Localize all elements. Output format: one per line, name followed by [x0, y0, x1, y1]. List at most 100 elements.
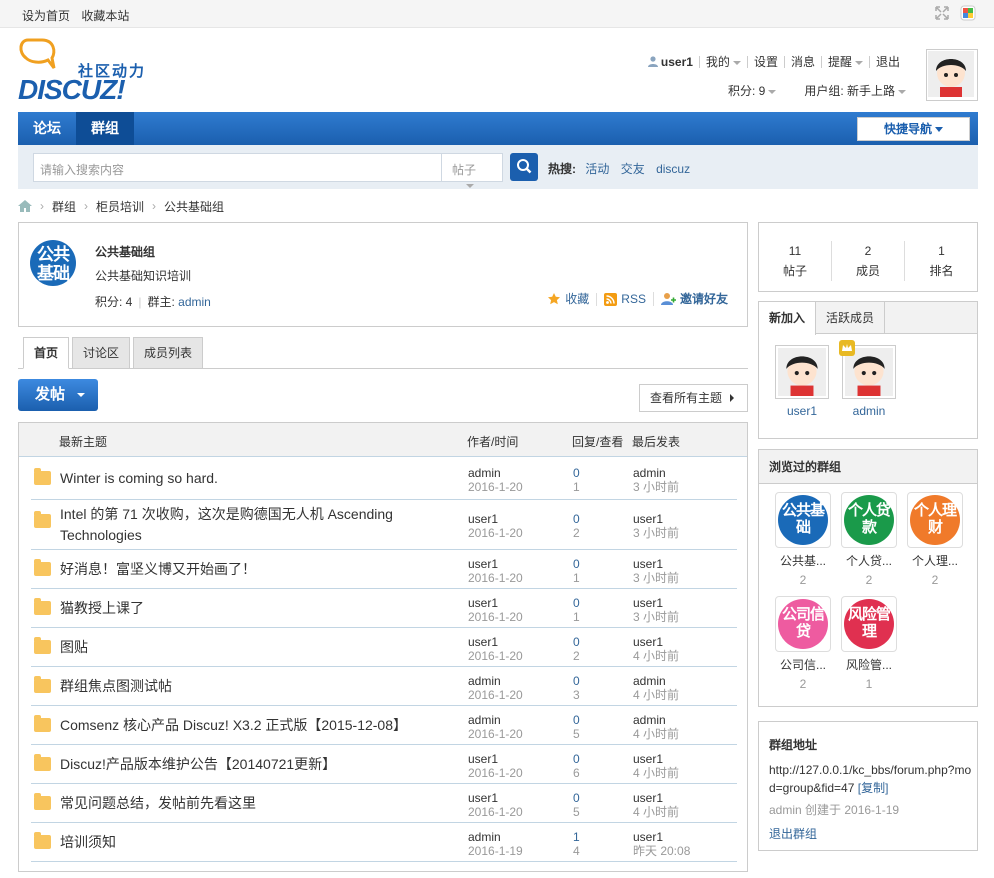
tab-members[interactable]: 成员列表 [133, 337, 204, 369]
topic-last-user[interactable]: user1 [633, 596, 679, 610]
browsed-group-icon[interactable]: 个人贷款 [841, 492, 897, 548]
topic-last-time[interactable]: 4 小时前 [633, 727, 679, 741]
bookmark-link[interactable]: 收藏本站 [81, 9, 129, 23]
topic-title[interactable]: 图贴 [60, 637, 420, 658]
topic-last-time[interactable]: 4 小时前 [633, 805, 679, 819]
topic-last-user[interactable]: user1 [633, 635, 679, 649]
topic-last-user[interactable]: user1 [633, 791, 679, 805]
user-name[interactable]: user1 [642, 56, 699, 68]
folder-icon [34, 511, 51, 528]
breadcrumb-item[interactable]: 公共基础组 [164, 198, 224, 215]
topic-last-user[interactable]: admin [633, 466, 679, 480]
topic-last-user[interactable]: user1 [633, 512, 679, 526]
topic-last-user[interactable]: user1 [633, 830, 690, 844]
topic-author[interactable]: admin [468, 466, 523, 480]
topic-title[interactable]: 培训须知 [60, 832, 420, 853]
topic-last-time[interactable]: 3 小时前 [633, 480, 679, 494]
browsed-group-name[interactable]: 公司信... [775, 655, 831, 675]
group-owner-link[interactable]: admin [178, 295, 211, 309]
topic-title[interactable]: Winter is coming so hard. [60, 468, 420, 489]
nav-forum[interactable]: 论坛 [18, 112, 76, 145]
member-name[interactable]: admin [842, 404, 896, 418]
topic-last-user[interactable]: admin [633, 674, 679, 688]
topic-author[interactable]: user1 [468, 512, 523, 526]
set-home-link[interactable]: 设为首页 [22, 9, 70, 23]
topic-title[interactable]: Discuz!产品版本维护公告【20140721更新】 [60, 754, 420, 775]
nav-group[interactable]: 群组 [76, 112, 134, 145]
browsed-group-name[interactable]: 风险管... [841, 655, 897, 675]
topic-author[interactable]: user1 [468, 596, 523, 610]
tab-home[interactable]: 首页 [23, 337, 70, 369]
quick-nav-button[interactable]: 快捷导航 [857, 117, 970, 141]
browsed-group-icon[interactable]: 公共基础 [775, 492, 831, 548]
topic-author[interactable]: user1 [468, 557, 523, 571]
topic-last-time[interactable]: 昨天 20:08 [633, 844, 690, 858]
browsed-group-icon[interactable]: 公司信贷 [775, 596, 831, 652]
search-input[interactable]: 请输入搜索内容 [33, 153, 442, 182]
home-icon[interactable] [18, 200, 32, 212]
discuz-logo[interactable]: 社区动力 DISCUZ! [18, 38, 158, 105]
quit-group-link[interactable]: 退出群组 [769, 825, 817, 842]
logout-link[interactable]: 退出 [868, 56, 906, 68]
member-avatar[interactable] [775, 345, 829, 399]
hot-item[interactable]: 交友 [621, 162, 645, 176]
topic-last-time[interactable]: 4 小时前 [633, 688, 679, 702]
browsed-group-name[interactable]: 个人贷... [841, 551, 897, 571]
topic-date: 2016-1-20 [468, 688, 523, 702]
search-button[interactable] [510, 153, 538, 181]
browsed-groups-panel: 浏览过的群组 公共基础 公共基... 2 个人贷款 个人贷... 2 个人理财 个人理... 2… [758, 449, 978, 707]
topic-title[interactable]: Intel 的第 71 次收购，这次是购德国无人机 Ascending Tech… [60, 504, 420, 546]
topic-last-user[interactable]: admin [633, 713, 679, 727]
topic-title[interactable]: Comsenz 核心产品 Discuz! X3.2 正式版【2015-12-08… [60, 715, 420, 736]
new-post-button[interactable]: 发帖 [18, 379, 98, 411]
topic-author[interactable]: user1 [468, 752, 523, 766]
browsed-group-name[interactable]: 公共基... [775, 551, 831, 571]
tab-new-members[interactable]: 新加入 [759, 302, 817, 335]
topic-author[interactable]: user1 [468, 635, 523, 649]
tab-active-members[interactable]: 活跃成员 [816, 302, 886, 334]
topic-title[interactable]: 群组焦点图测试帖 [60, 676, 420, 697]
topic-last-user[interactable]: user1 [633, 557, 679, 571]
topic-author[interactable]: admin [468, 830, 523, 844]
topic-title[interactable]: 好消息！富坚义博又开始画了！ [60, 559, 420, 580]
invite-friends-button[interactable]: 邀请好友 [652, 292, 735, 306]
view-all-topics-button[interactable]: 查看所有主题 [639, 384, 748, 412]
topic-author[interactable]: user1 [468, 791, 523, 805]
browsed-group-name[interactable]: 个人理... [907, 551, 963, 571]
group-name[interactable]: 公共基础组 [95, 243, 155, 260]
copy-link[interactable]: [复制] [858, 781, 889, 795]
browsed-group-icon[interactable]: 个人理财 [907, 492, 963, 548]
breadcrumb-item[interactable]: 群组 [52, 198, 76, 215]
topic-last-time[interactable]: 3 小时前 [633, 526, 679, 540]
hot-item[interactable]: discuz [656, 162, 690, 176]
search-type-select[interactable]: 帖子 [441, 153, 503, 188]
favorite-button[interactable]: 收藏 [540, 292, 596, 306]
topic-title[interactable]: 猫教授上课了 [60, 598, 420, 619]
topic-author[interactable]: admin [468, 713, 523, 727]
topic-author[interactable]: admin [468, 674, 523, 688]
settings-link[interactable]: 设置 [746, 56, 784, 68]
folder-icon [34, 637, 51, 654]
browsed-group-icon[interactable]: 风险管理 [841, 596, 897, 652]
topic-last-user[interactable]: user1 [633, 752, 679, 766]
tab-discussion[interactable]: 讨论区 [72, 337, 131, 369]
topic-last-time[interactable]: 4 小时前 [633, 766, 679, 780]
color-theme-icon[interactable] [960, 5, 976, 21]
hot-item[interactable]: 活动 [585, 162, 609, 176]
topic-last-time[interactable]: 4 小时前 [633, 649, 679, 663]
usergroup-menu[interactable]: 用户组: 新手上路 [804, 82, 906, 99]
topic-last-time[interactable]: 3 小时前 [633, 571, 679, 585]
messages-link[interactable]: 消息 [783, 56, 821, 68]
breadcrumb-item[interactable]: 柜员培训 [96, 198, 144, 215]
rss-button[interactable]: RSS [596, 292, 653, 306]
remind-menu[interactable]: 提醒 [820, 56, 869, 68]
mine-menu[interactable]: 我的 [698, 56, 747, 68]
stat-posts: 11 帖子 [759, 241, 832, 281]
member-name[interactable]: user1 [775, 404, 829, 418]
topic-last-time[interactable]: 3 小时前 [633, 610, 679, 624]
user-avatar[interactable] [926, 49, 978, 101]
topic-author-cell: admin 2016-1-20 [468, 674, 523, 702]
fullscreen-icon[interactable] [934, 5, 950, 21]
topic-title[interactable]: 常见问题总结，发帖前先看这里 [60, 793, 420, 814]
points-menu[interactable]: 积分: 9 [728, 82, 777, 99]
